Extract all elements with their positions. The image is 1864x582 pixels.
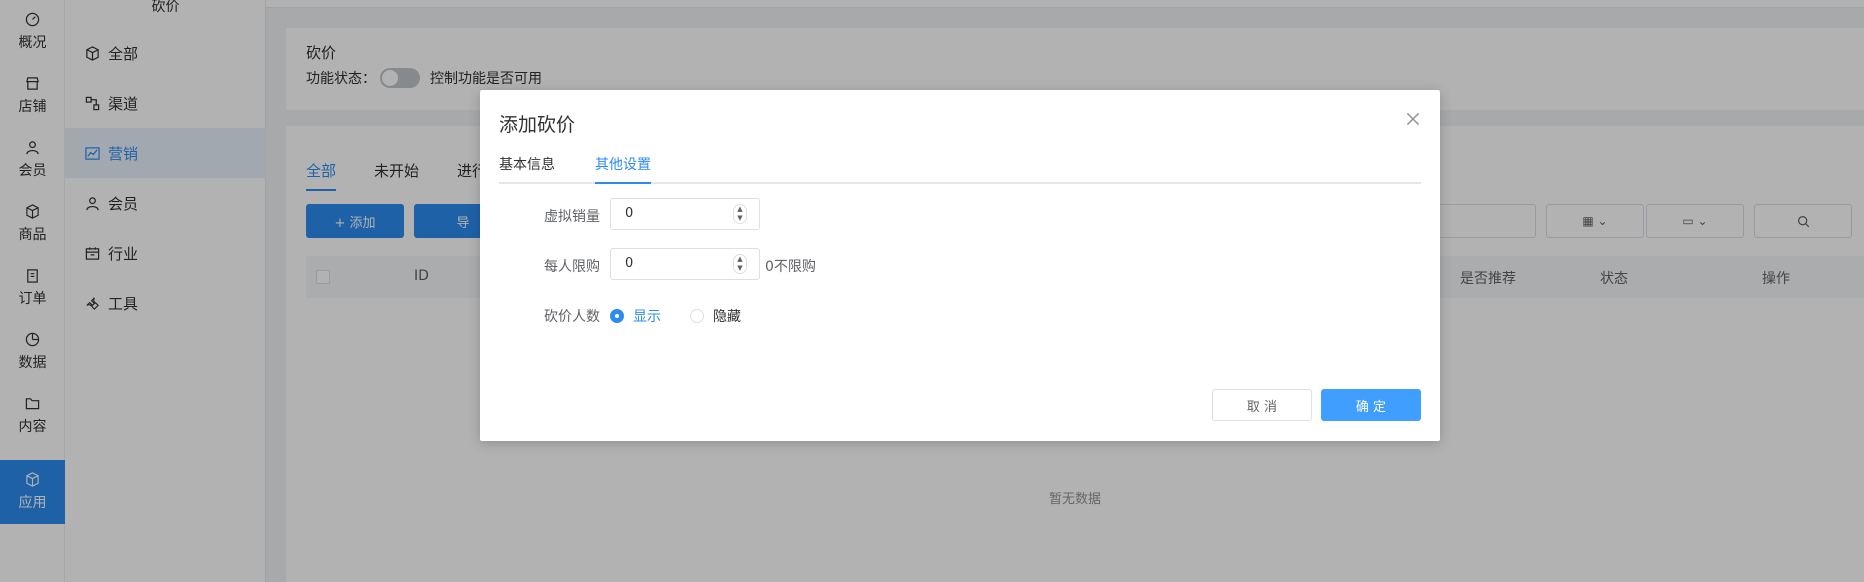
radio-label: 隐藏 — [713, 309, 741, 325]
limit-per-user-label: 每人限购 — [544, 259, 600, 275]
virtual-sales-value: 0 — [625, 206, 634, 221]
radio-label: 显示 — [633, 309, 661, 325]
radio-show[interactable]: 显示 — [610, 306, 661, 326]
tab-basic-info[interactable]: 基本信息 — [499, 154, 555, 184]
number-stepper[interactable]: ▲ ▼ — [733, 254, 747, 274]
radio-hide[interactable]: 隐藏 — [690, 306, 741, 326]
limit-per-user-value: 0 — [625, 256, 634, 271]
close-icon[interactable] — [1404, 110, 1422, 128]
number-stepper[interactable]: ▲ ▼ — [733, 204, 747, 224]
dialog-title: 添加砍价 — [499, 114, 576, 136]
cancel-button[interactable]: 取 消 — [1212, 389, 1312, 421]
limit-hint: 0不限购 — [765, 259, 816, 275]
tab-other-settings[interactable]: 其他设置 — [595, 154, 651, 184]
confirm-button[interactable]: 确 定 — [1321, 389, 1421, 421]
bargain-count-label: 砍价人数 — [544, 309, 600, 325]
add-bargain-dialog: 添加砍价 基本信息 其他设置 虚拟销量 0 ▲ ▼ 每人限购 0 ▲ ▼ 0不限购 … — [480, 90, 1440, 441]
radio-dot — [690, 309, 704, 323]
limit-per-user-input[interactable]: 0 ▲ ▼ — [610, 248, 760, 280]
radio-dot — [610, 309, 624, 323]
virtual-sales-label: 虚拟销量 — [544, 209, 600, 225]
dialog-tabs: 基本信息 其他设置 — [499, 154, 1421, 184]
virtual-sales-input[interactable]: 0 ▲ ▼ — [610, 198, 760, 230]
